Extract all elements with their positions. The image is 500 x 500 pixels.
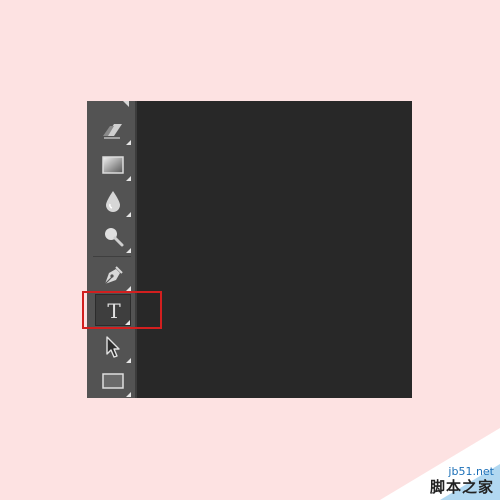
path-selection-tool-button[interactable] — [95, 331, 131, 363]
tools-panel: T — [87, 101, 137, 398]
pen-tool-button[interactable] — [95, 259, 131, 291]
eraser-tool-button[interactable] — [95, 113, 131, 145]
photoshop-window: T — [87, 101, 412, 398]
tool-group-corner-icon — [126, 248, 131, 253]
dodge-tool-button[interactable] — [95, 221, 131, 253]
rectangle-tool-button[interactable] — [95, 365, 131, 397]
tool-group-corner-icon — [126, 392, 131, 397]
type-tool-highlight-box — [82, 291, 162, 329]
gradient-tool-button[interactable] — [95, 149, 131, 181]
tool-group-corner-icon — [126, 212, 131, 217]
tool-group-corner-icon — [126, 176, 131, 181]
blur-tool-button[interactable] — [95, 185, 131, 217]
document-canvas[interactable] — [139, 101, 412, 398]
panel-collapse-icon[interactable] — [123, 101, 129, 107]
watermark-name-text: 脚本之家 — [429, 478, 494, 496]
toolbar-divider — [93, 256, 131, 257]
tool-group-corner-icon — [126, 358, 131, 363]
tool-group-corner-icon — [126, 140, 131, 145]
